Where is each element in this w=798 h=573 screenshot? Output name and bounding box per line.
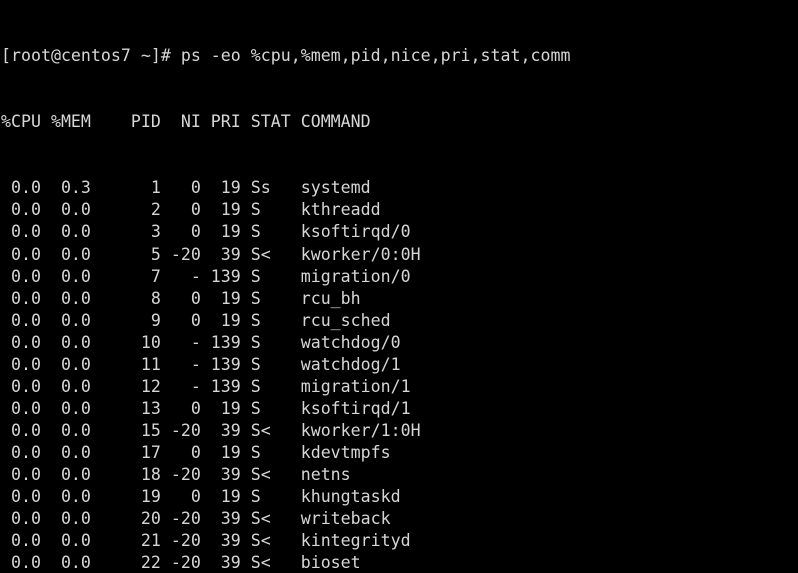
- process-row: 0.0 0.0 22 -20 39 S< bioset: [1, 553, 361, 573]
- process-row: 0.0 0.0 9 0 19 S rcu_sched: [1, 310, 391, 330]
- process-row: 0.0 0.3 1 0 19 Ss systemd: [1, 178, 371, 198]
- process-row: 0.0 0.0 11 - 139 S watchdog/1: [1, 354, 401, 374]
- process-row: 0.0 0.0 5 -20 39 S< kworker/0:0H: [1, 244, 421, 264]
- process-row: 0.0 0.0 10 - 139 S watchdog/0: [1, 332, 401, 352]
- ps-table-body: 0.0 0.3 1 0 19 Ss systemd 0.0 0.0 2 0 19…: [1, 177, 798, 573]
- shell-prompt-line: [root@centos7 ~]# ps -eo %cpu,%mem,pid,n…: [1, 46, 571, 66]
- process-row: 0.0 0.0 2 0 19 S kthreadd: [1, 200, 381, 220]
- process-row: 0.0 0.0 20 -20 39 S< writeback: [1, 509, 391, 529]
- terminal-screen[interactable]: [root@centos7 ~]# ps -eo %cpu,%mem,pid,n…: [0, 0, 798, 573]
- process-row: 0.0 0.0 12 - 139 S migration/1: [1, 376, 411, 396]
- process-row: 0.0 0.0 17 0 19 S kdevtmpfs: [1, 442, 391, 462]
- process-row: 0.0 0.0 8 0 19 S rcu_bh: [1, 288, 361, 308]
- ps-table-header: %CPU %MEM PID NI PRI STAT COMMAND: [1, 112, 371, 132]
- process-row: 0.0 0.0 21 -20 39 S< kintegrityd: [1, 531, 411, 551]
- process-row: 0.0 0.0 7 - 139 S migration/0: [1, 266, 411, 286]
- process-row: 0.0 0.0 15 -20 39 S< kworker/1:0H: [1, 420, 421, 440]
- process-row: 0.0 0.0 13 0 19 S ksoftirqd/1: [1, 398, 411, 418]
- process-row: 0.0 0.0 18 -20 39 S< netns: [1, 464, 351, 484]
- process-row: 0.0 0.0 3 0 19 S ksoftirqd/0: [1, 222, 411, 242]
- process-row: 0.0 0.0 19 0 19 S khungtaskd: [1, 487, 401, 507]
